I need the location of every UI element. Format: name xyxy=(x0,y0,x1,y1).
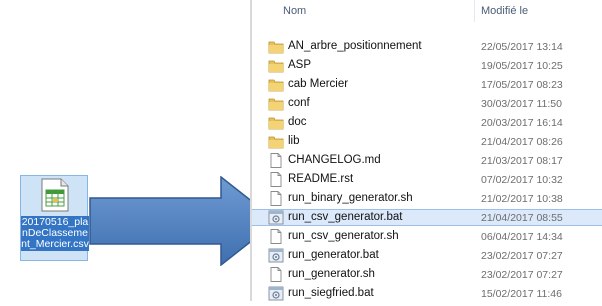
file-name: run_binary_generator.sh xyxy=(288,192,413,204)
file-name: CHANGELOG.md xyxy=(288,154,381,166)
file-modified-date: 17/05/2017 08:23 xyxy=(481,79,563,91)
file-modified-date: 07/02/2017 10:32 xyxy=(481,174,563,186)
document-icon xyxy=(268,267,284,282)
file-modified-date: 30/03/2017 11:50 xyxy=(481,98,562,110)
column-header: Nom Modifié le xyxy=(252,0,602,22)
file-modified-date: 21/03/2017 08:17 xyxy=(481,155,563,167)
file-modified-date: 20/03/2017 16:14 xyxy=(481,117,563,129)
file-modified-date: 21/04/2017 08:26 xyxy=(481,136,563,148)
file-row[interactable]: README.rst 07/02/2017 10:32 xyxy=(252,171,602,188)
file-row[interactable]: run_siegfried.bat 15/02/2017 11:46 xyxy=(252,285,602,302)
batch-file-icon xyxy=(268,248,284,263)
file-name: README.rst xyxy=(288,173,354,185)
file-name: run_csv_generator.sh xyxy=(288,230,399,242)
file-name: run_siegfried.bat xyxy=(288,287,374,299)
file-name: doc xyxy=(288,116,307,128)
file-modified-date: 21/02/2017 10:38 xyxy=(481,193,563,205)
file-name: ASP xyxy=(288,59,312,71)
file-row[interactable]: AN_arbre_positionnement 22/05/2017 13:14 xyxy=(252,38,602,55)
column-separator[interactable] xyxy=(474,0,475,22)
file-row[interactable]: CHANGELOG.md 21/03/2017 08:17 xyxy=(252,152,602,169)
file-row[interactable]: doc 20/03/2017 16:14 xyxy=(252,114,602,131)
desktop-file-label: 20170516_planDeClassement_Mercier.csv xyxy=(21,216,89,251)
folder-icon xyxy=(268,77,284,92)
file-name: conf xyxy=(288,97,310,109)
file-row[interactable]: run_csv_generator.sh 06/04/2017 14:34 xyxy=(252,228,602,245)
desktop-area: 20170516_planDeClassement_Mercier.csv xyxy=(0,0,279,301)
file-modified-date: 22/05/2017 13:14 xyxy=(481,41,563,53)
file-modified-date: 06/04/2017 14:34 xyxy=(481,231,563,243)
folder-icon xyxy=(268,58,284,73)
file-modified-date: 23/02/2017 07:27 xyxy=(481,269,563,281)
document-icon xyxy=(268,172,284,187)
file-name: lib xyxy=(288,135,300,147)
desktop-csv-file[interactable]: 20170516_planDeClassement_Mercier.csv xyxy=(20,175,89,261)
file-name: run_generator.sh xyxy=(288,268,375,280)
file-name: run_csv_generator.bat xyxy=(288,211,403,223)
folder-icon xyxy=(268,115,284,130)
batch-file-icon xyxy=(268,210,284,225)
column-name-header[interactable]: Nom xyxy=(283,5,306,17)
file-name: AN_arbre_positionnement xyxy=(288,40,422,52)
file-row[interactable]: run_binary_generator.sh 21/02/2017 10:38 xyxy=(252,190,602,207)
file-row[interactable]: run_generator.sh 23/02/2017 07:27 xyxy=(252,266,602,283)
folder-icon xyxy=(268,39,284,54)
file-modified-date: 19/05/2017 10:25 xyxy=(481,60,563,72)
file-name: run_generator.bat xyxy=(288,249,379,261)
file-name: cab Mercier xyxy=(288,78,349,90)
file-row[interactable]: run_generator.bat 23/02/2017 07:27 xyxy=(252,247,602,264)
folder-icon xyxy=(268,96,284,111)
batch-file-icon xyxy=(268,286,284,301)
document-icon xyxy=(268,191,284,206)
file-modified-date: 21/04/2017 08:55 xyxy=(481,212,563,224)
file-row[interactable]: conf 30/03/2017 11:50 xyxy=(252,95,602,112)
document-icon xyxy=(268,229,284,244)
file-row[interactable]: ASP 19/05/2017 10:25 xyxy=(252,57,602,74)
file-row[interactable]: lib 21/04/2017 08:26 xyxy=(252,133,602,150)
spreadsheet-icon xyxy=(41,178,69,212)
file-row-selected[interactable]: run_csv_generator.bat 21/04/2017 08:55 xyxy=(252,209,602,226)
file-modified-date: 15/02/2017 11:46 xyxy=(481,288,562,300)
file-row[interactable]: cab Mercier 17/05/2017 08:23 xyxy=(252,76,602,93)
file-explorer: Nom Modifié le AN_arbre_positionnement 22… xyxy=(252,0,602,301)
column-modified-header[interactable]: Modifié le xyxy=(481,5,528,17)
document-icon xyxy=(268,153,284,168)
file-modified-date: 23/02/2017 07:27 xyxy=(481,250,563,262)
folder-icon xyxy=(268,134,284,149)
